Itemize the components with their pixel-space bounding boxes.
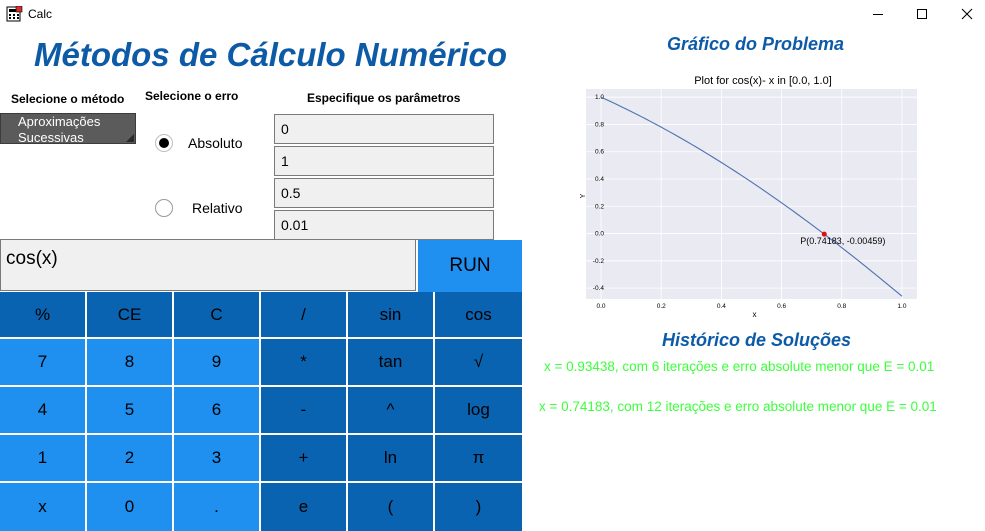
function-plot: Plot for cos(x)- x in [0.0, 1.0] 0.0 0.2 0… <box>580 75 917 319</box>
plot-section-title: Gráfico do Problema <box>667 34 845 54</box>
key-4-button[interactable]: 4 <box>0 387 85 433</box>
dropdown-corner-icon <box>126 134 134 142</box>
key-7-button[interactable]: 7 <box>0 339 85 385</box>
y-axis-label: Y <box>580 193 587 198</box>
expression-input[interactable]: cos(x) <box>0 239 416 291</box>
x-tick-label: 0.6 <box>777 303 786 310</box>
maximize-button[interactable] <box>899 0 945 28</box>
key-2-button[interactable]: 2 <box>87 435 172 481</box>
x-axis-label: x <box>753 310 757 319</box>
key-6-button[interactable]: 6 <box>174 387 259 433</box>
y-tick-label: 0.4 <box>595 176 604 183</box>
key-multiply-button[interactable]: * <box>261 339 346 385</box>
radio-absoluto[interactable] <box>155 134 173 152</box>
history-item: x = 0.93438, com 6 iterações e erro abso… <box>544 359 935 374</box>
key-tan-button[interactable]: tan <box>348 339 433 385</box>
key-plus-button[interactable]: + <box>261 435 346 481</box>
chart-title: Plot for cos(x)- x in [0.0, 1.0] <box>694 75 832 87</box>
title-bar: Calc <box>0 0 985 28</box>
key-power-button[interactable]: ^ <box>348 387 433 433</box>
key-9-button[interactable]: 9 <box>174 339 259 385</box>
y-tick-label: 0.2 <box>595 203 604 210</box>
key-3-button[interactable]: 3 <box>174 435 259 481</box>
key-x-button[interactable]: x <box>0 483 85 531</box>
maximize-icon <box>917 9 927 19</box>
y-tick-label: 0.6 <box>595 149 604 156</box>
minimize-icon <box>873 14 883 15</box>
x-tick-label: 0.4 <box>717 303 726 310</box>
method-dropdown[interactable]: Aproximações Sucessivas <box>0 113 136 145</box>
y-tick-label: -0.2 <box>593 258 605 265</box>
x-tick-label: 1.0 <box>897 303 906 310</box>
param-input-3[interactable] <box>274 178 494 208</box>
key-sqrt-button[interactable]: √ <box>435 339 522 385</box>
radio-absoluto-label: Absoluto <box>188 135 243 151</box>
key-decimal-button[interactable]: . <box>174 483 259 531</box>
history-item: x = 0.74183, com 12 iterações e erro abs… <box>539 399 937 414</box>
radio-relativo[interactable] <box>155 199 173 217</box>
key-close-paren-button[interactable]: ) <box>435 483 522 531</box>
key-ln-button[interactable]: ln <box>348 435 433 481</box>
key-pi-button[interactable]: π <box>435 435 522 481</box>
y-tick-label: 0.8 <box>595 121 604 128</box>
key-0-button[interactable]: 0 <box>87 483 172 531</box>
y-tick-label: 0.0 <box>595 231 604 238</box>
key-8-button[interactable]: 8 <box>87 339 172 385</box>
key-cos-button[interactable]: cos <box>435 292 522 337</box>
main-title: Métodos de Cálculo Numérico <box>34 36 508 73</box>
key-e-button[interactable]: e <box>261 483 346 531</box>
run-button[interactable]: RUN <box>418 240 522 292</box>
keypad: % CE C / sin cos 7 8 9 * tan √ 4 5 6- ^ log 1 2 3 + ln π x 0. e() <box>0 292 522 531</box>
minimize-button[interactable] <box>855 0 901 28</box>
error-label: Selecione o erro <box>145 89 239 103</box>
key-percent-button[interactable]: % <box>0 292 85 337</box>
history-title: Histórico de Soluções <box>662 330 852 350</box>
window-title: Calc <box>28 7 53 21</box>
key-clear-button[interactable]: C <box>174 292 259 337</box>
y-tick-label: -0.4 <box>593 285 605 292</box>
key-clear-entry-button[interactable]: CE <box>87 292 172 337</box>
params-label: Especifique os parâmetros <box>307 91 461 105</box>
key-1-button[interactable]: 1 <box>0 435 85 481</box>
key-divide-button[interactable]: / <box>261 292 346 337</box>
x-tick-label: 0.8 <box>837 303 846 310</box>
param-input-4[interactable] <box>274 210 494 240</box>
key-log-button[interactable]: log <box>435 387 522 433</box>
method-label: Selecione o método <box>11 92 125 106</box>
close-button[interactable] <box>944 0 985 28</box>
radio-relativo-label: Relativo <box>192 200 243 216</box>
calc-window: Calc Métodos de Cálculo Numérico Selecio… <box>0 0 985 531</box>
key-5-button[interactable]: 5 <box>87 387 172 433</box>
key-sin-button[interactable]: sin <box>348 292 433 337</box>
x-tick-label: 0.2 <box>657 303 666 310</box>
root-point-label: P(0.74183, -0.00459) <box>800 236 885 246</box>
calculator-app-icon <box>6 6 23 22</box>
key-minus-button[interactable]: - <box>261 387 346 433</box>
param-input-2[interactable] <box>274 146 494 176</box>
method-selected-value: Aproximações Sucessivas <box>18 114 101 145</box>
param-input-1[interactable] <box>274 114 494 144</box>
close-icon <box>961 8 973 20</box>
key-open-paren-button[interactable]: ( <box>348 483 433 531</box>
x-tick-label: 0.0 <box>597 303 606 310</box>
